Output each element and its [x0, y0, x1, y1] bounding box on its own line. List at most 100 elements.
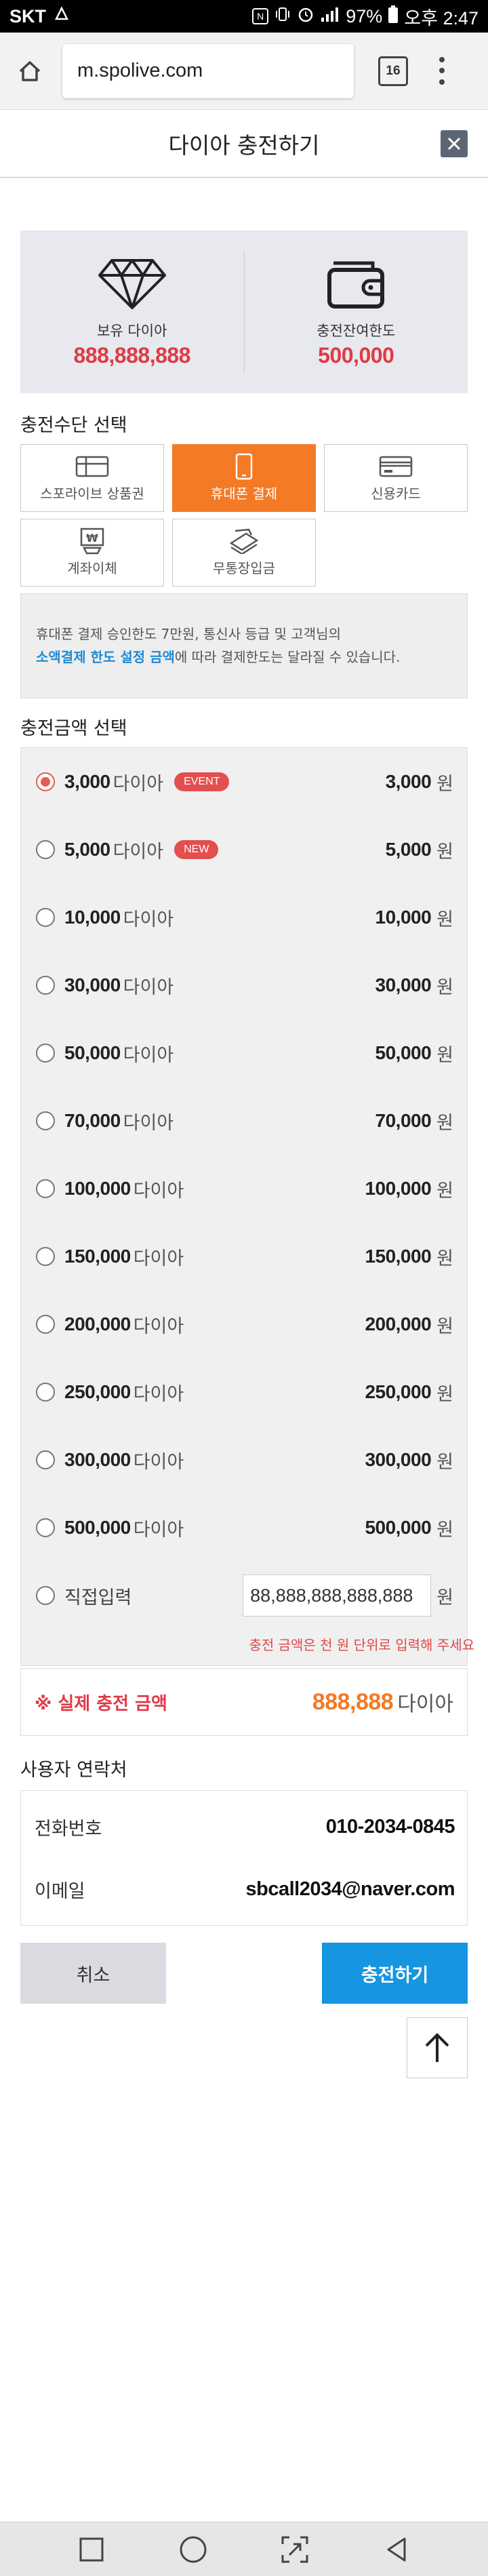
method-gift-card[interactable]: 스포라이브 상품권: [20, 444, 164, 512]
won-unit: 원: [436, 1248, 453, 1269]
charge-button[interactable]: 충전하기: [322, 1943, 468, 2004]
amount-unit: 다이아: [133, 1248, 184, 1269]
actual-amount-value: 888,888: [312, 1688, 394, 1715]
more-menu-icon[interactable]: [435, 54, 449, 88]
direct-amount-value: 88,888,888,888,888: [250, 1585, 413, 1606]
method-mobile[interactable]: 휴대폰 결제: [172, 444, 316, 512]
actual-amount-unit: 다이아: [397, 1692, 453, 1716]
amount-diamonds: 250,000: [64, 1381, 131, 1402]
amount-radio[interactable]: [36, 1179, 55, 1198]
method-label: 계좌이체: [67, 559, 117, 576]
diamond-balance-label: 보유 다이아: [97, 322, 167, 339]
amount-option-row[interactable]: 30,000 다이아 30,000 원: [21, 951, 468, 1019]
amount-radio[interactable]: [36, 1111, 55, 1130]
amount-option-row[interactable]: 10,000 다이아 10,000 원: [21, 884, 468, 951]
actual-amount-label: ※ 실제 충전 금액: [35, 1693, 167, 1714]
back-button[interactable]: [376, 2529, 417, 2570]
amount-radio[interactable]: [36, 976, 55, 995]
amount-unit: 다이아: [133, 1315, 184, 1337]
amount-price: 10,000: [375, 907, 432, 928]
scroll-to-top-button[interactable]: [407, 2017, 468, 2078]
amount-unit: 다이아: [123, 1112, 174, 1134]
mobile-phone-icon: [235, 453, 253, 479]
close-icon: [447, 137, 461, 151]
amount-option-row[interactable]: 150,000 다이아 150,000 원: [21, 1223, 468, 1290]
contact-section-title: 사용자 연락처: [20, 1760, 127, 1781]
method-credit-card[interactable]: 신용카드: [324, 444, 468, 512]
method-label: 신용카드: [371, 485, 421, 502]
contact-panel: 전화번호 010-2034-0845 이메일 sbcall2034@naver.…: [20, 1790, 468, 1926]
amount-price: 5,000: [385, 839, 432, 860]
home-button[interactable]: [173, 2529, 214, 2570]
actual-charge-amount: ※ 실제 충전 금액 888,888 다이아: [20, 1668, 468, 1736]
square-icon: [79, 2537, 104, 2561]
url-text: m.spolive.com: [77, 60, 203, 81]
amount-radio[interactable]: [36, 1383, 55, 1402]
recent-apps-button[interactable]: [71, 2529, 112, 2570]
direct-input-radio[interactable]: [36, 1586, 55, 1605]
amount-option-row[interactable]: 70,000 다이아 70,000 원: [21, 1087, 468, 1155]
circle-icon: [180, 2536, 207, 2562]
won-unit: 원: [436, 1587, 453, 1608]
amount-diamonds: 5,000: [64, 839, 110, 860]
amount-option-row[interactable]: 500,000 다이아 500,000 원: [21, 1494, 468, 1562]
direct-input-hint: 충전 금액은 천 원 단위로 입력해 주세요: [249, 1637, 474, 1653]
amount-diamonds: 100,000: [64, 1178, 131, 1199]
amount-radio[interactable]: [36, 908, 55, 927]
amount-option-row[interactable]: 5,000 다이아 NEW 5,000 원: [21, 816, 468, 884]
amount-diamonds: 200,000: [64, 1313, 131, 1334]
amount-option-row[interactable]: 100,000 다이아 100,000 원: [21, 1155, 468, 1223]
wallet-icon: [325, 256, 386, 313]
amount-diamonds: 3,000: [64, 771, 110, 792]
charge-limit-value: 500,000: [318, 342, 394, 368]
amount-option-row[interactable]: 50,000 다이아 50,000 원: [21, 1019, 468, 1087]
diamond-balance: 보유 다이아 888,888,888: [20, 231, 244, 393]
direct-amount-input[interactable]: 88,888,888,888,888: [243, 1574, 432, 1617]
amount-price: 500,000: [365, 1517, 432, 1538]
won-unit: 원: [436, 1044, 453, 1066]
amount-radio[interactable]: [36, 1315, 55, 1334]
screen-capture-button[interactable]: [274, 2529, 315, 2570]
amount-option-row[interactable]: 300,000 다이아 300,000 원: [21, 1426, 468, 1494]
nfc-icon: N: [252, 8, 269, 24]
method-cash-deposit[interactable]: 무통장입금: [172, 519, 316, 587]
amount-price: 3,000: [385, 771, 432, 792]
amount-price: 100,000: [365, 1178, 432, 1199]
amount-badge: EVENT: [174, 772, 230, 791]
won-unit: 원: [436, 1315, 453, 1337]
cancel-button[interactable]: 취소: [20, 1943, 166, 2004]
amount-radio[interactable]: [36, 772, 55, 791]
amount-price: 30,000: [375, 974, 432, 995]
vibrate-icon: [274, 5, 291, 28]
home-icon[interactable]: [9, 51, 50, 92]
micropayment-limit-link[interactable]: 소액결제 한도 설정 금액: [36, 649, 175, 665]
phone-label: 전화번호: [35, 1818, 102, 1840]
amount-diamonds: 500,000: [64, 1517, 131, 1538]
status-bar: SKT N 97% 오후 2:47: [0, 0, 488, 33]
amount-radio[interactable]: [36, 840, 55, 859]
amount-unit: 다이아: [123, 909, 174, 930]
amount-option-row[interactable]: 200,000 다이아 200,000 원: [21, 1290, 468, 1358]
tab-switcher-button[interactable]: 16: [378, 56, 408, 86]
amount-price: 300,000: [365, 1449, 432, 1470]
amount-radio[interactable]: [36, 1518, 55, 1537]
close-button[interactable]: [441, 130, 468, 157]
amount-radio[interactable]: [36, 1247, 55, 1266]
method-bank-transfer[interactable]: ₩ 계좌이체: [20, 519, 164, 587]
amount-price: 250,000: [365, 1381, 432, 1402]
arrow-up-icon: [425, 2033, 449, 2062]
won-unit: 원: [436, 1519, 453, 1541]
amount-diamonds: 50,000: [64, 1042, 121, 1063]
page-header: 다이아 충전하기: [0, 110, 488, 178]
amount-radio[interactable]: [36, 1044, 55, 1063]
amount-radio[interactable]: [36, 1450, 55, 1469]
amount-diamonds: 70,000: [64, 1110, 121, 1131]
address-bar[interactable]: m.spolive.com: [62, 43, 354, 98]
amount-option-row[interactable]: 250,000 다이아 250,000 원: [21, 1358, 468, 1426]
amount-diamonds: 10,000: [64, 907, 121, 928]
carrier-label: SKT: [9, 5, 46, 26]
diamond-icon: [97, 256, 167, 313]
method-label: 휴대폰 결제: [210, 485, 278, 502]
won-unit: 원: [436, 909, 453, 930]
amount-option-row[interactable]: 3,000 다이아 EVENT 3,000 원: [21, 748, 468, 816]
